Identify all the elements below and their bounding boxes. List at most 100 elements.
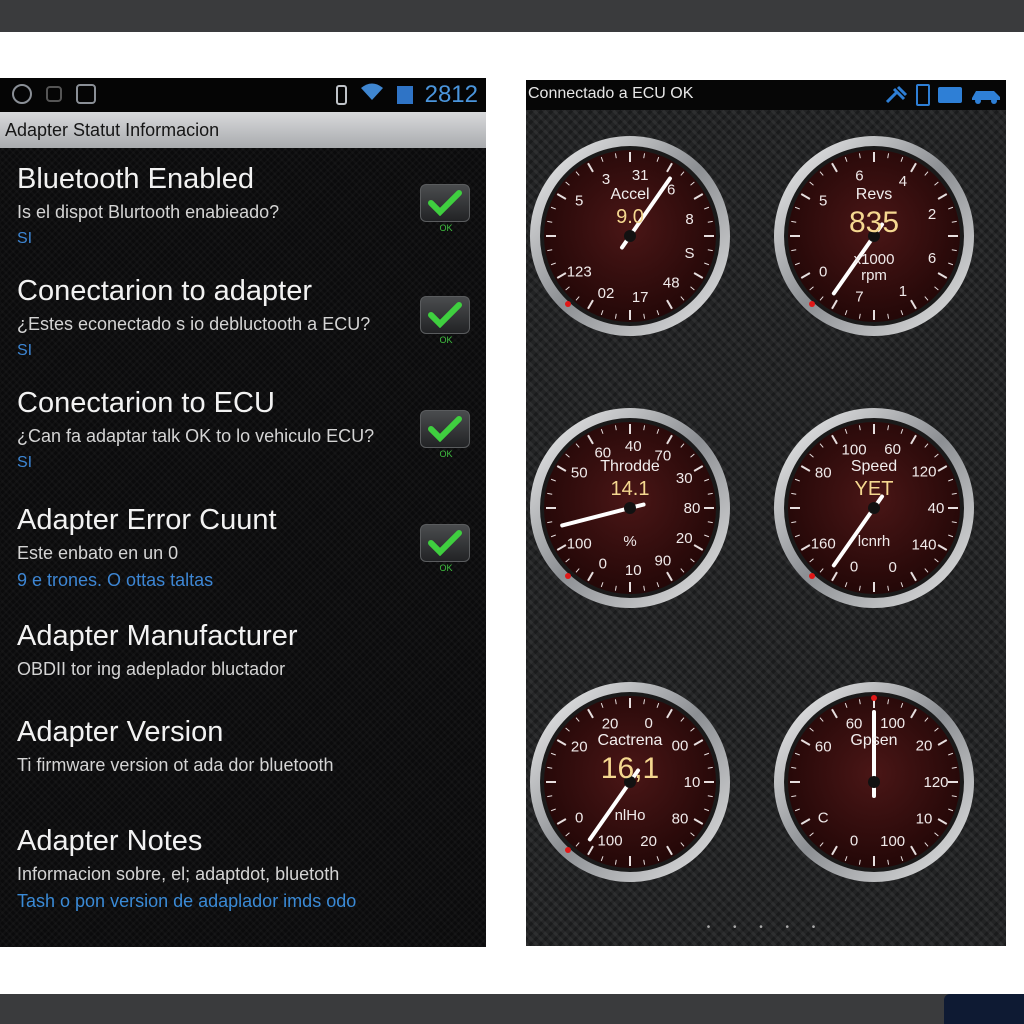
needle-hub — [868, 776, 880, 788]
gauge-dial: 6060 10020120101000C — [774, 682, 974, 882]
gauge-dial: 53 3168S481702123 — [530, 136, 730, 336]
tick-label: 60 — [846, 715, 863, 732]
gauge-label: Speed — [850, 458, 898, 475]
list-item-version[interactable]: Adapter Version Ti firmware version ot a… — [17, 715, 457, 777]
gauge-revs[interactable]: 5 6 4 2 6 1 7 0 Revs 835 x1000 rpm — [772, 134, 976, 338]
tick-label: 100 — [598, 833, 623, 850]
tick-label: C — [818, 810, 829, 827]
tick-label: 10 — [625, 562, 642, 579]
adapter-icon — [938, 87, 962, 103]
item-title: Adapter Version — [17, 716, 224, 748]
tick-label: 0 — [599, 556, 607, 573]
tick-label: 120 — [923, 774, 948, 791]
wifi-icon — [359, 82, 385, 108]
tick-label: 02 — [598, 285, 615, 302]
checkmark-icon — [420, 410, 470, 448]
needle-hub — [624, 502, 636, 514]
tick-label: 0 — [888, 559, 896, 576]
tick-label: 7 — [855, 288, 863, 305]
gauge-label: Throdde — [600, 458, 660, 475]
tick-label: 40 — [928, 500, 945, 517]
tick-label: 80 — [684, 500, 701, 517]
screenshot-icon — [76, 84, 96, 104]
gauge-accel[interactable]: 5 3 31 6 8 S 48 17 02 123 Accel 9.0 — [528, 134, 732, 338]
status-bar: Connectado a ECU OK — [526, 80, 1006, 110]
ok-label: OK — [439, 449, 453, 459]
item-title: Conectarion to ECU — [17, 387, 275, 419]
bottom-frame-bar — [0, 994, 1024, 1024]
item-description: Este enbato en un 0 — [17, 543, 179, 563]
connection-status: Connectado a ECU OK — [528, 85, 694, 102]
tick-label: S — [685, 245, 695, 262]
item-title: Adapter Error Cuunt — [17, 504, 277, 536]
dashboard-screen: Connectado a ECU OK 5 3 31 6 8 S 48 17 02 123 Acce… — [526, 80, 1006, 946]
redline-marker — [565, 847, 571, 853]
ok-checkbox[interactable]: OK — [420, 524, 472, 578]
item-description: ¿Can fa adaptar talk OK to lo vehiculo E… — [17, 426, 375, 446]
gauge-cactrena[interactable]: 20 20 0 00 10 80 20 100 0 Cactrena 16,1 nlHo — [528, 680, 732, 884]
item-value: SI — [17, 342, 33, 359]
tick-label: 48 — [663, 274, 680, 291]
redline-marker — [565, 301, 571, 307]
tick-label: 100 — [880, 715, 905, 732]
image-icon — [46, 86, 62, 102]
tick-label: 40 — [625, 438, 642, 455]
checkmark-icon — [420, 524, 470, 562]
item-description: Informacion sobre, el; adaptdot, bluetot… — [17, 864, 340, 884]
item-title: Conectarion to adapter — [17, 275, 313, 307]
gauge-label: Revs — [855, 186, 893, 203]
signal-icon — [396, 86, 413, 104]
list-item-manufacturer[interactable]: Adapter Manufacturer OBDII tor ing adepl… — [17, 619, 457, 681]
gauge-gpsen[interactable]: 60 60 100 20 120 10 100 0 C Gpsen — [772, 680, 976, 884]
gauge-unit: % — [623, 533, 637, 550]
gauge-dial: 5060 407030802090100100 — [530, 408, 730, 608]
gauge-label: Gpsen — [850, 732, 898, 749]
gauge-speed[interactable]: 80 100 60 120 40 140 0 0 160 Speed YET lcnrh — [772, 406, 976, 610]
gauge-unit: lcnrh — [857, 533, 891, 550]
gauge-value: 835 — [848, 206, 900, 239]
list-item-notes[interactable]: Adapter Notes Informacion sobre, el; ada… — [17, 824, 457, 912]
item-description: Is el dispot Blurtooth enabieado? — [17, 202, 280, 222]
list-item-connection-adapter[interactable]: Conectarion to adapter ¿Estes econectado… — [17, 274, 457, 362]
redline-marker — [565, 573, 571, 579]
gauge-unit: x1000 rpm — [853, 251, 895, 284]
tick-label: 100 — [880, 833, 905, 850]
gauge-value: YET — [854, 478, 894, 500]
item-title: Adapter Notes — [17, 825, 203, 857]
corner-tab — [944, 994, 1024, 1024]
gauge-label: Accel — [610, 186, 650, 203]
item-description: Ti firmware version ot ada dor bluetooth — [17, 755, 334, 775]
redline-marker — [809, 301, 815, 307]
redline-marker — [871, 695, 877, 701]
list-item-error-count[interactable]: Adapter Error Cuunt Este enbato en un 0 … — [17, 503, 457, 591]
battery-icon — [335, 85, 347, 105]
ok-label: OK — [439, 335, 453, 345]
tick-label: 100 — [842, 441, 867, 458]
ok-checkbox[interactable]: OK — [420, 410, 472, 464]
tick-label: 1 — [899, 283, 907, 300]
ok-checkbox[interactable]: OK — [420, 184, 472, 238]
needle-hub — [624, 230, 636, 242]
needle-hub — [868, 502, 880, 514]
gauge-dial: 80100 601204014000160 — [774, 408, 974, 608]
clock: 2812 — [424, 81, 478, 108]
tick-label: 20 — [640, 833, 657, 850]
tick-label: 20 — [602, 715, 619, 732]
list-item-connection-ecu[interactable]: Conectarion to ECU ¿Can fa adaptar talk … — [17, 386, 457, 474]
tick-label: 90 — [655, 553, 672, 570]
page-indicator[interactable]: • • • • • — [526, 922, 1006, 933]
tick-label: 0 — [644, 715, 652, 732]
ok-label: OK — [439, 563, 453, 573]
item-value: SI — [17, 454, 33, 471]
ok-checkbox[interactable]: OK — [420, 296, 472, 350]
list-item-bluetooth-enabled[interactable]: Bluetooth Enabled Is el dispot Blurtooth… — [17, 162, 457, 250]
item-description: OBDII tor ing adeplador bluctador — [17, 659, 286, 679]
redline-marker — [809, 573, 815, 579]
top-frame-bar — [0, 0, 1024, 32]
gauge-throdde[interactable]: 50 60 40 70 30 80 20 90 10 0 100 Throdde 14.1% — [528, 406, 732, 610]
item-value: SI — [17, 230, 33, 247]
gauge-label: Cactrena — [597, 732, 663, 749]
satellite-icon — [885, 85, 908, 104]
gauge-value: 9.0 — [616, 206, 644, 228]
item-value: 9 e trones. O ottas taltas — [17, 570, 214, 590]
